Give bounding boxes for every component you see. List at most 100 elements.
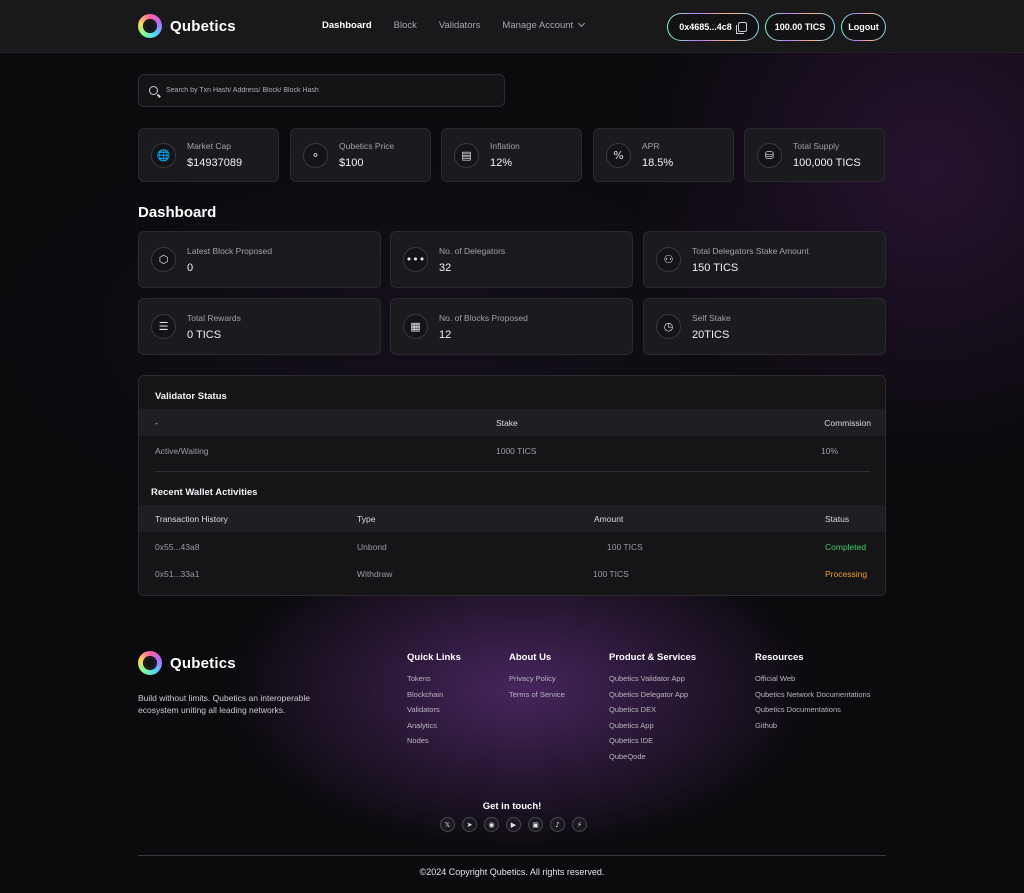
youtube-icon[interactable]: ▶ bbox=[506, 817, 521, 832]
validator-state: Active/Waiting bbox=[155, 445, 209, 456]
nav-validators[interactable]: Validators bbox=[439, 20, 481, 31]
footer-link[interactable]: Qubetics Documentations bbox=[755, 705, 870, 714]
footer-link[interactable]: Blockchain bbox=[407, 690, 461, 699]
footer-column-quick-links: Quick Links Tokens Blockchain Validators… bbox=[407, 652, 461, 752]
main-nav: Dashboard Block Validators Manage Accoun… bbox=[322, 19, 586, 31]
tx-amount: 100 TICS bbox=[593, 568, 629, 579]
footer-link[interactable]: Official Web bbox=[755, 674, 870, 683]
instagram-icon[interactable]: ▣ bbox=[528, 817, 543, 832]
chevron-down-icon bbox=[578, 19, 586, 28]
wallet-address-button[interactable]: 0x4685...4c8 bbox=[667, 13, 759, 41]
tx-type: Withdraw bbox=[357, 568, 393, 579]
validator-activity-panel: Validator Status - Stake Commission Acti… bbox=[138, 375, 886, 596]
footer-link[interactable]: QubeQode bbox=[609, 752, 696, 761]
dash-card-self-stake: ◷ Self Stake 20TICS bbox=[643, 298, 886, 355]
footer-link[interactable]: Qubetics App bbox=[609, 721, 696, 730]
messenger-icon[interactable]: ⚡ bbox=[572, 817, 587, 832]
footer-link[interactable]: Qubetics Validator App bbox=[609, 674, 696, 683]
search-input[interactable] bbox=[166, 87, 486, 94]
table-row[interactable]: 0x55...43a8 Unbond 100 TICS Completed bbox=[139, 533, 885, 560]
footer-column-title: About Us bbox=[509, 652, 552, 663]
logout-button[interactable]: Logout bbox=[841, 13, 886, 41]
validator-status-title: Validator Status bbox=[155, 391, 227, 402]
tx-hash[interactable]: 0x51...33a1 bbox=[155, 569, 199, 579]
footer-link[interactable]: Qubetics IDE bbox=[609, 736, 696, 745]
gift-icon: ▦ bbox=[403, 314, 428, 339]
tx-hash[interactable]: 0x55...43a8 bbox=[155, 542, 199, 552]
table-row: Active/Waiting 1000 TICS 10% bbox=[139, 437, 885, 464]
dash-card-label: Latest Block Proposed bbox=[187, 246, 273, 256]
footer-link[interactable]: Github bbox=[755, 721, 870, 730]
dash-card-value: 150 TICS bbox=[692, 262, 739, 274]
validator-commission: 10% bbox=[821, 445, 839, 456]
footer-tagline: Build without limits. Qubetics an intero… bbox=[138, 693, 310, 715]
search-bar bbox=[138, 74, 505, 107]
stat-value: 18.5% bbox=[642, 157, 674, 169]
column-header: Transaction History bbox=[155, 513, 228, 524]
footer-column-about: About Us Privacy Policy Terms of Service bbox=[509, 652, 565, 705]
footer-link[interactable]: Qubetics Network Documentations bbox=[755, 690, 870, 699]
nav-block[interactable]: Block bbox=[394, 20, 417, 31]
footer-link[interactable]: Terms of Service bbox=[509, 690, 565, 699]
stat-value: $14937089 bbox=[187, 157, 243, 169]
footer-link[interactable]: Tokens bbox=[407, 674, 461, 683]
coins-icon: ⛁ bbox=[757, 143, 782, 168]
footer-logo[interactable]: Qubetics bbox=[138, 651, 236, 675]
footer-link[interactable]: Qubetics DEX bbox=[609, 705, 696, 714]
footer-column-title: Resources bbox=[755, 652, 804, 663]
stat-label: APR bbox=[642, 141, 660, 151]
stat-value: $100 bbox=[339, 157, 364, 169]
x-icon[interactable]: 𝕏 bbox=[440, 817, 455, 832]
stat-card-total-supply: ⛁ Total Supply 100,000 TICS bbox=[744, 128, 885, 182]
column-header: Stake bbox=[496, 417, 518, 428]
dash-card-value: 20TICS bbox=[692, 329, 730, 341]
dash-card-delegators: ••• No. of Delegators 32 bbox=[390, 231, 633, 288]
footer-link[interactable]: Analytics bbox=[407, 721, 461, 730]
balance-value: 100.00 TICS bbox=[774, 22, 826, 32]
tiktok-icon[interactable]: ♪ bbox=[550, 817, 565, 832]
nav-dashboard[interactable]: Dashboard bbox=[322, 20, 372, 31]
footer-link[interactable]: Privacy Policy bbox=[509, 674, 565, 683]
qubetics-logo-icon bbox=[138, 14, 162, 38]
recent-activities-title: Recent Wallet Activities bbox=[151, 487, 258, 498]
discord-icon[interactable]: ◉ bbox=[484, 817, 499, 832]
balance-button[interactable]: 100.00 TICS bbox=[765, 13, 835, 41]
dots-icon: ••• bbox=[403, 247, 428, 272]
price-tag-icon: ⚬ bbox=[303, 143, 328, 168]
stake-icon: ⚇ bbox=[656, 247, 681, 272]
footer-link[interactable]: Nodes bbox=[407, 736, 461, 745]
activities-table-header: Transaction History Type Amount Status bbox=[139, 505, 885, 532]
dash-card-value: 12 bbox=[439, 329, 452, 341]
validator-stake: 1000 TICS bbox=[496, 445, 537, 456]
dash-card-label: No. of Delegators bbox=[439, 246, 506, 256]
copyright-text: ©2024 Copyright Qubetics. All rights res… bbox=[419, 867, 605, 877]
footer-link[interactable]: Qubetics Delegator App bbox=[609, 690, 696, 699]
footer-link[interactable]: Validators bbox=[407, 705, 461, 714]
dash-card-total-rewards: ☰ Total Rewards 0 TICS bbox=[138, 298, 381, 355]
chart-icon: ▤ bbox=[454, 143, 479, 168]
nav-manage-account-label: Manage Account bbox=[502, 20, 574, 31]
footer-column-products: Product & Services Qubetics Validator Ap… bbox=[609, 652, 696, 768]
stat-card-inflation: ▤ Inflation 12% bbox=[441, 128, 582, 182]
validator-table-header: - Stake Commission bbox=[139, 409, 885, 436]
footer-brand-name: Qubetics bbox=[170, 654, 236, 672]
dash-card-value: 32 bbox=[439, 262, 452, 274]
divider bbox=[155, 471, 870, 472]
column-header: Status bbox=[825, 513, 850, 524]
globe-icon: 🌐 bbox=[151, 143, 176, 168]
stat-label: Inflation bbox=[490, 141, 520, 151]
logout-label: Logout bbox=[848, 22, 879, 32]
dash-card-value: 0 bbox=[187, 262, 194, 274]
stat-label: Market Cap bbox=[187, 141, 231, 151]
status-badge: Processing bbox=[825, 568, 868, 579]
dash-card-label: No. of Blocks Proposed bbox=[439, 313, 528, 323]
telegram-icon[interactable]: ➤ bbox=[462, 817, 477, 832]
dash-card-blocks-proposed: ▦ No. of Blocks Proposed 12 bbox=[390, 298, 633, 355]
table-row[interactable]: 0x51...33a1 Withdraw 100 TICS Processing bbox=[139, 560, 885, 587]
copy-icon[interactable] bbox=[735, 22, 747, 34]
percent-icon: % bbox=[606, 143, 631, 168]
footer-column-title: Product & Services bbox=[609, 652, 697, 663]
stat-label: Total Supply bbox=[793, 141, 840, 151]
nav-manage-account[interactable]: Manage Account bbox=[502, 19, 586, 31]
brand-logo[interactable]: Qubetics bbox=[138, 14, 236, 38]
